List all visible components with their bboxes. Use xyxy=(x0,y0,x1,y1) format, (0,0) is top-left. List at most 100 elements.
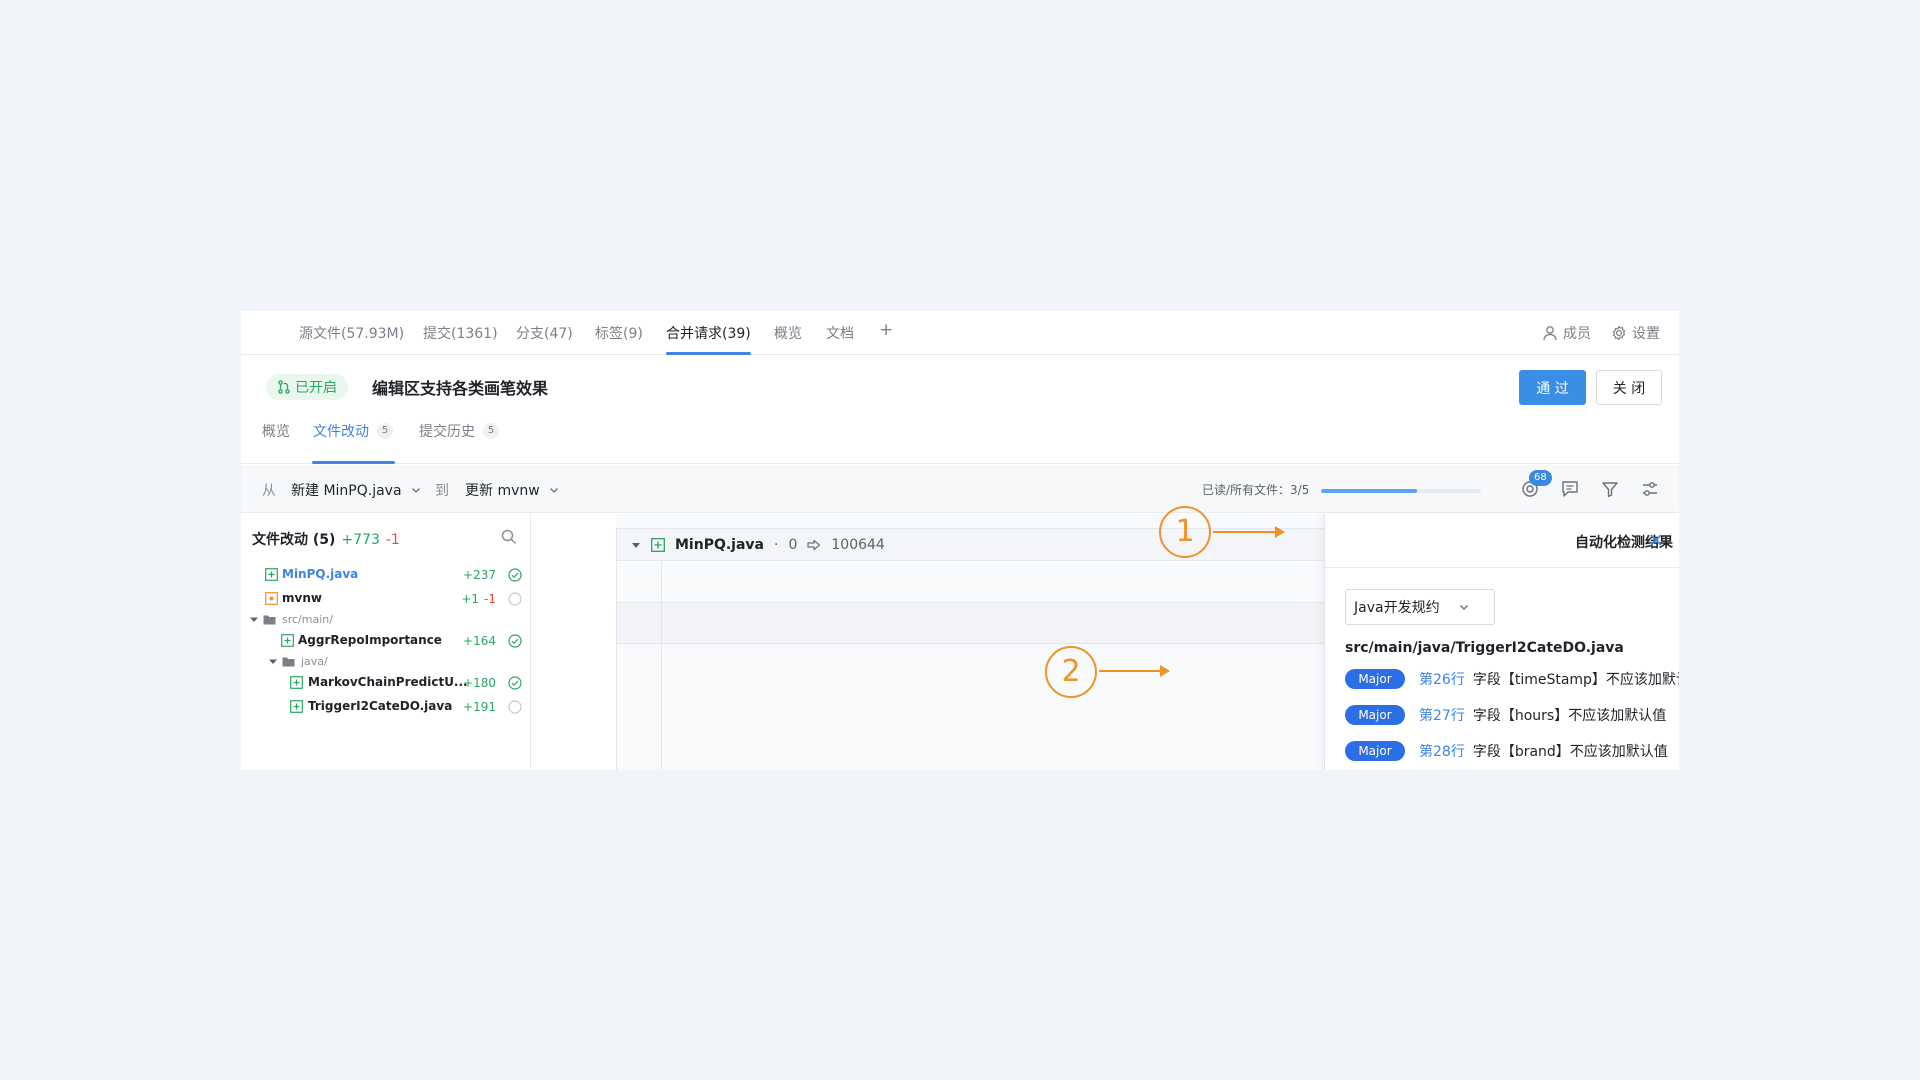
subtab-file-changes[interactable]: 文件改动 5 xyxy=(313,421,393,441)
dir-name: src/main/ xyxy=(282,613,333,626)
issue-line-link[interactable]: 第26行 xyxy=(1419,669,1465,689)
folder-icon xyxy=(263,615,276,625)
arrow-right-icon xyxy=(807,539,821,550)
diff-file-name: MinPQ.java xyxy=(675,536,764,553)
comment-icon[interactable] xyxy=(1559,478,1581,500)
search-icon[interactable] xyxy=(500,528,518,546)
dir-row-java[interactable]: java/ xyxy=(241,651,531,673)
diff-view: MinPQ.java · 0 100644 xyxy=(616,514,1324,770)
subtab-commit-history[interactable]: 提交历史 5 xyxy=(419,421,499,441)
gear-icon xyxy=(1612,325,1626,341)
dir-row-src-main[interactable]: src/main/ xyxy=(241,609,531,631)
file-row-markovchain[interactable]: MarkovChainPredictU... +180 xyxy=(241,672,531,694)
read-check-icon[interactable] xyxy=(508,568,522,582)
issue-line-link[interactable]: 第27行 xyxy=(1419,705,1465,725)
file-added-icon xyxy=(265,568,278,581)
status-label: 已开启 xyxy=(295,380,337,396)
status-badge: 已开启 xyxy=(266,374,348,400)
file-change-counts: +1 -1 xyxy=(422,592,496,606)
file-name: mvnw xyxy=(282,591,322,605)
file-deleted-count: -1 xyxy=(484,592,496,606)
tab-source[interactable]: 源文件(57.93M) xyxy=(299,323,404,343)
add-tab-button[interactable]: + xyxy=(879,320,893,340)
from-label: 从 xyxy=(262,483,276,499)
filter-icon[interactable] xyxy=(1599,478,1621,500)
issue-message: 字段【hours】不应该加默认值 xyxy=(1472,708,1667,724)
issue-message: 字段【brand】不应该加默认值 xyxy=(1472,744,1668,760)
tab-commits[interactable]: 提交(1361) xyxy=(423,323,498,343)
read-progress-fill xyxy=(1321,489,1417,493)
unread-circle-icon[interactable] xyxy=(508,592,522,606)
subtab-overview[interactable]: 概览 xyxy=(262,421,290,441)
read-check-icon[interactable] xyxy=(508,676,522,690)
file-modified-icon xyxy=(265,592,278,605)
subtab-commit-history-label: 提交历史 xyxy=(419,424,475,440)
file-added-count: +180 xyxy=(463,676,496,690)
issue-row[interactable]: Major 第28行 字段【brand】不应该加默认值 xyxy=(1345,740,1668,762)
tab-docs[interactable]: 文档 xyxy=(826,323,854,343)
read-progress-bar xyxy=(1321,489,1481,493)
from-branch-value: 新建 MinPQ.java xyxy=(291,483,402,499)
file-changes-title: 文件改动 (5) xyxy=(252,532,336,548)
file-changes-header: 文件改动 (5) +773 -1 xyxy=(252,529,400,549)
sliders-icon[interactable] xyxy=(1639,478,1661,500)
folder-icon xyxy=(282,657,295,667)
auto-check-panel: 自动化检测结果 Java开发规约 src/main/java/TriggerI2… xyxy=(1324,514,1679,770)
total-added: +773 xyxy=(341,532,380,548)
to-branch-select[interactable]: 更新 mvnw xyxy=(465,480,560,500)
merge-icon xyxy=(278,380,290,394)
issue-line-link[interactable]: 第28行 xyxy=(1419,741,1465,761)
caret-down-icon xyxy=(250,617,258,622)
file-added-icon xyxy=(651,537,665,552)
branch-bar: 从 新建 MinPQ.java 到 更新 mvnw 已读/所有文件：3/5 68 xyxy=(241,465,1679,513)
tab-overview[interactable]: 概览 xyxy=(774,323,802,343)
issue-row[interactable]: Major 第27行 字段【hours】不应该加默认值 xyxy=(1345,704,1666,726)
user-icon xyxy=(1543,326,1557,341)
file-row-trigger[interactable]: TriggerI2CateDO.java +191 xyxy=(241,696,531,718)
total-deleted: -1 xyxy=(385,532,400,548)
read-progress-label: 已读/所有文件：3/5 xyxy=(1202,483,1310,497)
ruleset-value: Java开发规约 xyxy=(1354,600,1440,616)
tab-tags[interactable]: 标签(9) xyxy=(595,323,643,343)
approve-button[interactable]: 通 过 xyxy=(1519,370,1586,405)
chevron-down-icon xyxy=(549,488,558,493)
read-check-icon[interactable] xyxy=(508,634,522,648)
caret-down-icon[interactable] xyxy=(631,540,641,550)
from-branch-select[interactable]: 新建 MinPQ.java xyxy=(291,480,422,500)
unread-circle-icon[interactable] xyxy=(508,700,522,714)
diff-hunk-separator xyxy=(616,602,1324,644)
checked-file-path: src/main/java/TriggerI2CateDO.java xyxy=(1345,640,1624,656)
file-name: AggrRepoImportance xyxy=(298,633,442,647)
tab-branches[interactable]: 分支(47) xyxy=(516,323,573,343)
file-row-minpq[interactable]: MinPQ.java +237 xyxy=(241,564,531,586)
file-added-count: +1 xyxy=(461,592,480,606)
to-label: 到 xyxy=(435,483,449,499)
chevron-down-icon xyxy=(1459,605,1468,610)
close-button[interactable]: 关 闭 xyxy=(1596,370,1662,405)
file-added-icon xyxy=(290,676,303,689)
settings-label: 设置 xyxy=(1632,326,1660,342)
file-name: MinPQ.java xyxy=(282,567,359,581)
dir-name: java/ xyxy=(301,655,328,668)
members-button[interactable]: 成员 xyxy=(1542,323,1591,343)
issue-row[interactable]: Major 第26行 字段【timeStamp】不应该加默认值 xyxy=(1345,668,1679,690)
tab-merge-requests[interactable]: 合并请求(39) xyxy=(666,323,751,343)
close-icon[interactable] xyxy=(1648,532,1664,548)
repo-nav: 源文件(57.93M) 提交(1361) 分支(47) 标签(9) 合并请求(3… xyxy=(241,311,1679,355)
ruleset-select[interactable]: Java开发规约 xyxy=(1345,589,1495,625)
members-label: 成员 xyxy=(1563,326,1591,342)
subtab-file-changes-label: 文件改动 xyxy=(313,424,369,440)
diff-gutter xyxy=(531,514,616,770)
merge-request-window: 源文件(57.93M) 提交(1361) 分支(47) 标签(9) 合并请求(3… xyxy=(241,311,1679,770)
file-row-mvnw[interactable]: mvnw +1 -1 xyxy=(241,588,531,610)
settings-button[interactable]: 设置 xyxy=(1611,323,1660,343)
file-row-aggrrepo[interactable]: AggrRepoImportance +164 xyxy=(241,630,531,652)
severity-badge: Major xyxy=(1345,705,1405,725)
new-file-mode: 100644 xyxy=(831,536,885,553)
subtab-overview-label: 概览 xyxy=(262,424,290,440)
severity-badge: Major xyxy=(1345,669,1405,689)
old-file-mode: 0 xyxy=(788,536,798,553)
file-changes-panel: 文件改动 (5) +773 -1 MinPQ.java +237 mvnw +1 -1… xyxy=(241,514,531,770)
issue-message: 字段【timeStamp】不应该加默认值 xyxy=(1472,672,1679,688)
file-added-icon xyxy=(281,634,294,647)
